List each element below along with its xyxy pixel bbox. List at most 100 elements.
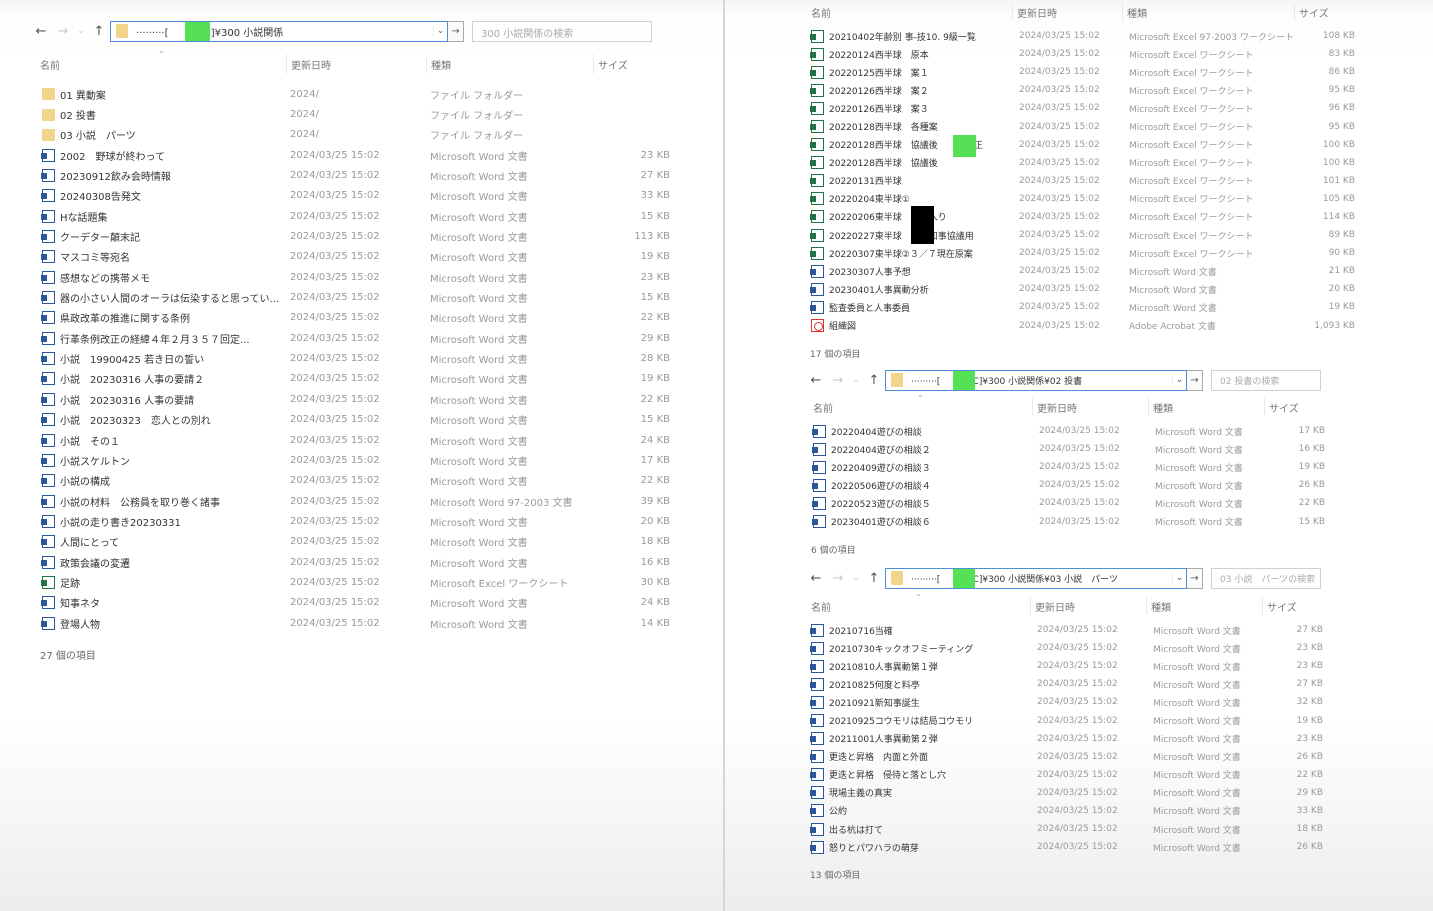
file-row[interactable]: クーデター顛末記 2024/03/25 15:02 Microsoft Word 文…	[30, 226, 710, 246]
file-row[interactable]: 足跡 2024/03/25 15:02 Microsoft Excel ワークシート…	[30, 572, 710, 592]
file-row[interactable]: 20220409遊びの相談３ 2024/03/25 15:02 Microsoft …	[805, 458, 1335, 476]
file-row[interactable]: 20211001人事異動第２弾 2024/03/25 15:02 Microsoft…	[805, 730, 1335, 748]
file-row[interactable]: 20220523遊びの相談５ 2024/03/25 15:02 Microsoft …	[805, 494, 1335, 512]
file-row[interactable]: 20210921新知事誕生 2024/03/25 15:02 Microsoft W…	[805, 693, 1335, 711]
file-row[interactable]: 登場人物 2024/03/25 15:02 Microsoft Word 文書 14 …	[30, 613, 710, 633]
file-row[interactable]: 更迭と昇格 侵待と落とし穴 2024/03/25 15:02 Microsoft W…	[805, 766, 1335, 784]
go-arrow-icon[interactable]: →	[448, 20, 464, 42]
column-header-size[interactable]: サイズ	[594, 54, 674, 74]
file-row[interactable]: 小説の走り書き20230331 2024/03/25 15:02 Microsoft…	[30, 511, 710, 531]
file-row[interactable]: 小説 その１ 2024/03/25 15:02 Microsoft Word 文書 2…	[30, 430, 710, 450]
file-row[interactable]: 県政改革の推進に関する条例 2024/03/25 15:02 Microsoft W…	[30, 308, 710, 328]
file-row[interactable]: 20220307東半球②３／７現在原案 2024/03/25 15:02 Micro…	[805, 244, 1365, 262]
forward-arrow-icon[interactable]: →	[52, 24, 74, 39]
column-header-size[interactable]: サイズ	[1265, 398, 1325, 416]
file-row[interactable]: 小説 20230323 恋人との別れ 2024/03/25 15:02 Micros…	[30, 410, 710, 430]
column-header-name[interactable]: 名前	[805, 3, 1013, 21]
file-row[interactable]: 20220204東半球① 2024/03/25 15:02 Microsoft Ex…	[805, 190, 1365, 208]
column-header-type[interactable]: 種類	[1147, 597, 1263, 615]
file-row[interactable]: 20220404遊びの相談 2024/03/25 15:02 Microsoft W…	[805, 422, 1335, 440]
column-header-date[interactable]: 更新日時	[1013, 3, 1123, 21]
file-row[interactable]: 小説 20230316 人事の要請２ 2024/03/25 15:02 Micros…	[30, 369, 710, 389]
address-path-field[interactable]: ·········[P C]¥300 小説関係 ⌄	[110, 20, 448, 42]
column-header-date[interactable]: 更新日時	[1033, 398, 1149, 416]
address-dropdown-icon[interactable]: ⌄	[1172, 375, 1186, 385]
column-header-size[interactable]: サイズ	[1263, 597, 1323, 615]
file-row[interactable]: 20230912飲み会時情報 2024/03/25 15:02 Microsoft …	[30, 165, 710, 185]
back-arrow-icon[interactable]: ←	[805, 373, 827, 388]
file-row[interactable]: 01 異動案 2024/ファイル フォルダー	[30, 84, 710, 104]
file-row[interactable]: 20220128西半球 協議後 修正 2024/03/25 15:02 Micros…	[805, 136, 1365, 154]
up-arrow-icon[interactable]: ↑	[863, 571, 885, 586]
forward-arrow-icon[interactable]: →	[827, 373, 849, 388]
file-row[interactable]: 20220131西半球 2024/03/25 15:02 Microsoft Exc…	[805, 172, 1365, 190]
recent-chevron-icon[interactable]: ⌄	[74, 26, 88, 36]
file-row[interactable]: 小説スケルトン 2024/03/25 15:02 Microsoft Word 文書…	[30, 450, 710, 470]
file-row[interactable]: 20230307人事予想 2024/03/25 15:02 Microsoft Wo…	[805, 262, 1365, 280]
address-dropdown-icon[interactable]: ⌄	[1172, 573, 1186, 583]
column-header-type[interactable]: 種類	[427, 54, 594, 74]
file-row[interactable]: 監査委員と人事委員 2024/03/25 15:02 Microsoft Word …	[805, 298, 1365, 316]
recent-chevron-icon[interactable]: ⌄	[849, 375, 863, 385]
file-row[interactable]: 小説の構成 2024/03/25 15:02 Microsoft Word 文書 22…	[30, 471, 710, 491]
file-row[interactable]: 行革条例改正の経緯４年２月３５７回定... 2024/03/25 15:02 Mic…	[30, 328, 710, 348]
file-row[interactable]: 20210716当確 2024/03/25 15:02 Microsoft Word…	[805, 621, 1335, 639]
file-row[interactable]: 小説 20230316 人事の要請 2024/03/25 15:02 Microso…	[30, 389, 710, 409]
file-row[interactable]: 人間にとって 2024/03/25 15:02 Microsoft Word 文書 1…	[30, 532, 710, 552]
up-arrow-icon[interactable]: ↑	[88, 24, 110, 39]
file-row[interactable]: 02 投書 2024/ファイル フォルダー	[30, 104, 710, 124]
file-row[interactable]: 20220227東半球 案知事協議用 2024/03/25 15:02 Micros…	[805, 226, 1365, 244]
go-arrow-icon[interactable]: →	[1187, 567, 1203, 589]
file-row[interactable]: 20210825何度と料亭 2024/03/25 15:02 Microsoft W…	[805, 675, 1335, 693]
column-header-type[interactable]: 種類	[1149, 398, 1265, 416]
column-header-date[interactable]: 更新日時	[1031, 597, 1147, 615]
column-header-type[interactable]: 種類	[1123, 3, 1295, 21]
go-arrow-icon[interactable]: →	[1187, 369, 1203, 391]
file-row[interactable]: 2002 野球が終わって 2024/03/25 15:02 Microsoft Wo…	[30, 145, 710, 165]
file-row[interactable]: 20210730キックオフミーティング 2024/03/25 15:02 Micro…	[805, 639, 1335, 657]
address-dropdown-icon[interactable]: ⌄	[433, 26, 447, 36]
file-row[interactable]: 03 小説 パーツ 2024/ファイル フォルダー	[30, 125, 710, 145]
file-row[interactable]: 公約 2024/03/25 15:02 Microsoft Word 文書 33 KB	[805, 802, 1335, 820]
address-path-field[interactable]: ·········[P C]¥300 小説関係¥02 投書 ⌄	[885, 369, 1187, 391]
back-arrow-icon[interactable]: ←	[30, 24, 52, 39]
file-row[interactable]: 20220206東半球 案入り 2024/03/25 15:02 Microsoft…	[805, 208, 1365, 226]
file-row[interactable]: 20230401人事異動分析 2024/03/25 15:02 Microsoft …	[805, 280, 1365, 298]
file-row[interactable]: 組織図 2024/03/25 15:02 Adobe Acrobat 文書 1,093…	[805, 317, 1365, 335]
file-row[interactable]: 怒りとパワハラの萌芽 2024/03/25 15:02 Microsoft Word…	[805, 838, 1335, 856]
search-box[interactable]: 02 投書の検索	[1211, 369, 1321, 391]
file-row[interactable]: 20220128西半球 各種案 2024/03/25 15:02 Microsoft…	[805, 117, 1365, 135]
column-header-size[interactable]: サイズ	[1295, 3, 1355, 21]
file-row[interactable]: 20220126西半球 案２ 2024/03/25 15:02 Microsoft …	[805, 81, 1365, 99]
forward-arrow-icon[interactable]: →	[827, 571, 849, 586]
up-arrow-icon[interactable]: ↑	[863, 373, 885, 388]
file-row[interactable]: 器の小さい人間のオーラは伝染すると思ってい... 2024/03/25 15:02…	[30, 287, 710, 307]
file-row[interactable]: 20210925コウモリは結局コウモリ 2024/03/25 15:02 Micro…	[805, 711, 1335, 729]
file-row[interactable]: 20220125西半球 案１ 2024/03/25 15:02 Microsoft …	[805, 63, 1365, 81]
file-row[interactable]: 20220128西半球 協議後 2024/03/25 15:02 Microsoft…	[805, 154, 1365, 172]
search-box[interactable]: 03 小説 パーツの検索	[1211, 567, 1321, 589]
file-row[interactable]: マスコミ等宛名 2024/03/25 15:02 Microsoft Word 文書…	[30, 247, 710, 267]
file-row[interactable]: 政策会議の変遷 2024/03/25 15:02 Microsoft Word 文書…	[30, 552, 710, 572]
file-row[interactable]: 現場主義の真実 2024/03/25 15:02 Microsoft Word 文書…	[805, 784, 1335, 802]
file-row[interactable]: 20240308告発文 2024/03/25 15:02 Microsoft Wor…	[30, 186, 710, 206]
file-row[interactable]: 20220506遊びの相談４ 2024/03/25 15:02 Microsoft …	[805, 476, 1335, 494]
file-row[interactable]: 20210810人事異動第１弾 2024/03/25 15:02 Microsoft…	[805, 657, 1335, 675]
recent-chevron-icon[interactable]: ⌄	[849, 573, 863, 583]
file-row[interactable]: 20220124西半球 原本 2024/03/25 15:02 Microsoft …	[805, 45, 1365, 63]
file-row[interactable]: 更迭と昇格 内面と外面 2024/03/25 15:02 Microsoft Wor…	[805, 748, 1335, 766]
file-row[interactable]: 知事ネタ 2024/03/25 15:02 Microsoft Word 文書 24 …	[30, 593, 710, 613]
file-row[interactable]: 20210402年齢別 事-技10. 9級一覧 2024/03/25 15:02 M…	[805, 27, 1365, 45]
file-row[interactable]: 小説 19900425 若き日の誓い 2024/03/25 15:02 Micros…	[30, 348, 710, 368]
file-row[interactable]: 小説の材料 公務員を取り巻く諸事 2024/03/25 15:02 Microsof…	[30, 491, 710, 511]
column-header-date[interactable]: 更新日時	[287, 54, 427, 74]
file-row[interactable]: 感想などの携帯メモ 2024/03/25 15:02 Microsoft Word …	[30, 267, 710, 287]
file-row[interactable]: 出る杭は打て 2024/03/25 15:02 Microsoft Word 文書 1…	[805, 820, 1335, 838]
file-row[interactable]: 20220404遊びの相談２ 2024/03/25 15:02 Microsoft …	[805, 440, 1335, 458]
file-row[interactable]: 20230401遊びの相談６ 2024/03/25 15:02 Microsoft …	[805, 512, 1335, 530]
address-path-field[interactable]: ·········[P C]¥300 小説関係¥03 小説 パーツ ⌄	[885, 567, 1187, 589]
file-row[interactable]: Hな話題集 2024/03/25 15:02 Microsoft Word 文書 15…	[30, 206, 710, 226]
file-row[interactable]: 20220126西半球 案３ 2024/03/25 15:02 Microsoft …	[805, 99, 1365, 117]
search-box[interactable]: 300 小説関係の検索	[472, 20, 652, 42]
back-arrow-icon[interactable]: ←	[805, 571, 827, 586]
